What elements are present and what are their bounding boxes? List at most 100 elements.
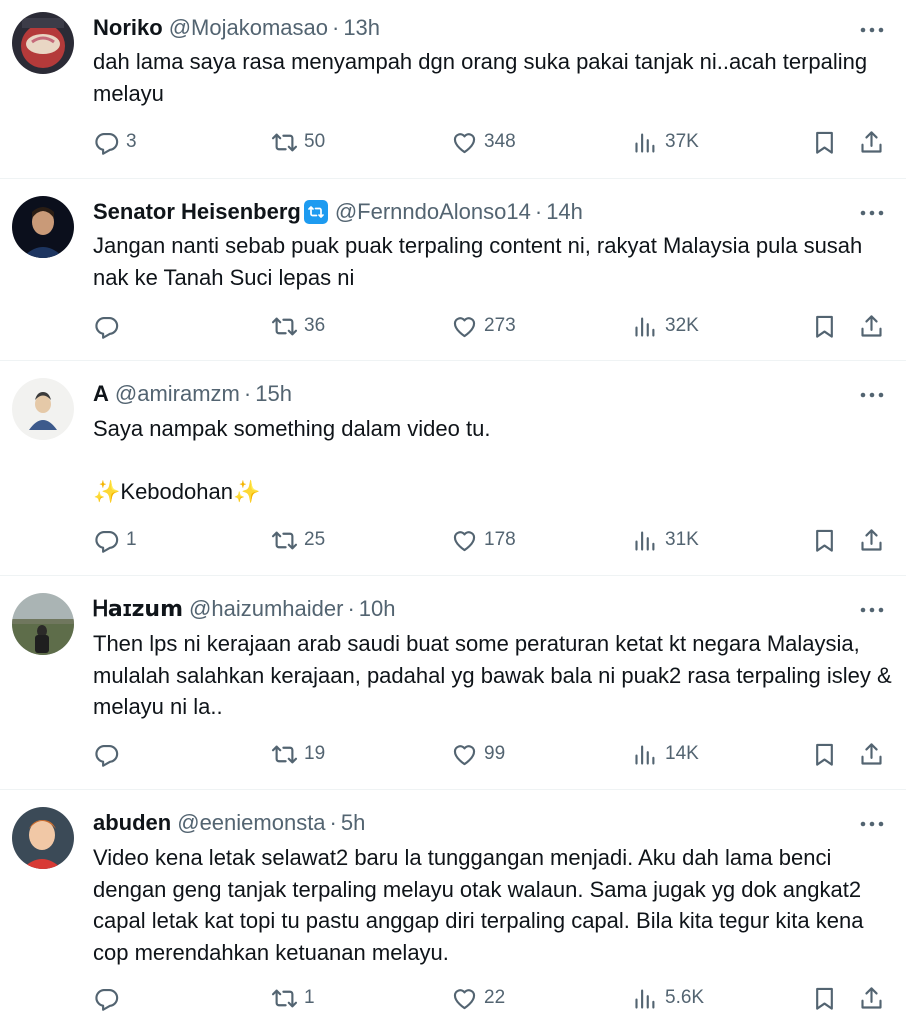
tweet-text: Saya nampak something dalam video tu. ✨K… bbox=[93, 413, 893, 508]
reply-button[interactable]: 1 bbox=[93, 523, 137, 557]
views-button[interactable]: 14K bbox=[632, 737, 699, 771]
reply-button[interactable] bbox=[93, 981, 126, 1015]
reply-button[interactable]: 3 bbox=[93, 125, 137, 159]
retweet-count: 19 bbox=[304, 743, 326, 764]
heart-icon bbox=[453, 744, 476, 765]
views-button[interactable]: 5.6K bbox=[632, 981, 704, 1015]
share-button[interactable] bbox=[858, 981, 885, 1015]
user-handle[interactable]: @FernndoAlonso14 bbox=[335, 199, 531, 225]
display-name[interactable]: Ꮋ𝗮ɪ𝘇𝘂𝗺 bbox=[93, 596, 183, 622]
retweet-icon bbox=[271, 531, 298, 549]
avatar[interactable] bbox=[12, 593, 74, 655]
heart-icon bbox=[453, 530, 476, 551]
tweet-text-content: Then lps ni kerajaan arab saudi buat som… bbox=[93, 631, 898, 719]
bookmark-button[interactable] bbox=[811, 523, 838, 557]
display-name[interactable]: Noriko bbox=[93, 15, 163, 41]
tweet[interactable]: Noriko @Mojakomasao · 13h dah lama saya … bbox=[0, 0, 906, 182]
share-button[interactable] bbox=[858, 125, 885, 159]
timestamp[interactable]: 13h bbox=[343, 15, 380, 41]
tweet-text: Then lps ni kerajaan arab saudi buat som… bbox=[93, 628, 893, 723]
retweet-button[interactable]: 50 bbox=[271, 125, 325, 159]
avatar[interactable] bbox=[12, 196, 74, 258]
tweet-header: Noriko @Mojakomasao · 13h bbox=[93, 13, 380, 43]
views-button[interactable]: 37K bbox=[632, 125, 699, 159]
tweet[interactable]: Ꮋ𝗮ɪ𝘇𝘂𝗺 @haizumhaider · 10h Then lps ni k… bbox=[0, 576, 906, 790]
display-name[interactable]: Senator Heisenberg bbox=[93, 199, 301, 225]
reply-icon bbox=[95, 132, 119, 155]
tweet[interactable]: Senator Heisenberg @FernndoAlonso14 · 14… bbox=[0, 182, 906, 360]
tweet[interactable]: A @amiramzm · 15h Saya nampak something … bbox=[0, 361, 906, 575]
bookmark-button[interactable] bbox=[811, 981, 838, 1015]
more-options-icon[interactable] bbox=[858, 199, 886, 227]
retweet-button[interactable]: 1 bbox=[271, 981, 315, 1015]
retweet-count: 36 bbox=[304, 315, 326, 336]
user-handle[interactable]: @haizumhaider bbox=[189, 596, 343, 622]
more-options-icon[interactable] bbox=[858, 596, 886, 624]
tweet-header: abuden @eeniemonsta · 5h bbox=[93, 808, 365, 838]
bookmark-icon bbox=[816, 743, 833, 766]
retweet-button[interactable]: 36 bbox=[271, 309, 325, 343]
heart-icon bbox=[453, 316, 476, 337]
bookmark-button[interactable] bbox=[811, 125, 838, 159]
views-chart-icon bbox=[635, 989, 655, 1009]
share-button[interactable] bbox=[858, 737, 885, 771]
tweet-actions: 3 50 348 37K bbox=[0, 125, 906, 159]
tweet-actions: 1 25 178 31K bbox=[0, 523, 906, 557]
share-button[interactable] bbox=[858, 309, 885, 343]
avatar[interactable] bbox=[12, 12, 74, 74]
display-name[interactable]: A bbox=[93, 381, 109, 407]
avatar[interactable] bbox=[12, 378, 74, 440]
like-count: 22 bbox=[484, 987, 506, 1008]
tweet-text: Jangan nanti sebab puak puak terpaling c… bbox=[93, 230, 893, 293]
views-button[interactable]: 32K bbox=[632, 309, 699, 343]
bookmark-icon bbox=[816, 315, 833, 338]
tweet-text-content: Jangan nanti sebab puak puak terpaling c… bbox=[93, 233, 869, 290]
heart-icon bbox=[453, 132, 476, 153]
reply-button[interactable] bbox=[93, 737, 126, 771]
more-options-icon[interactable] bbox=[858, 810, 886, 838]
like-button[interactable]: 22 bbox=[451, 981, 505, 1015]
display-name[interactable]: abuden bbox=[93, 810, 171, 836]
tweet-text: Video kena letak selawat2 baru la tungga… bbox=[93, 842, 893, 968]
share-button[interactable] bbox=[858, 523, 885, 557]
tweet-actions: 19 99 14K bbox=[0, 737, 906, 771]
timestamp[interactable]: 5h bbox=[341, 810, 365, 836]
retweet-button[interactable]: 25 bbox=[271, 523, 325, 557]
timestamp[interactable]: 14h bbox=[546, 199, 583, 225]
user-handle[interactable]: @eeniemonsta bbox=[177, 810, 325, 836]
views-chart-icon bbox=[635, 133, 655, 153]
user-handle[interactable]: @amiramzm bbox=[115, 381, 240, 407]
more-options-icon[interactable] bbox=[858, 381, 886, 409]
user-handle[interactable]: @Mojakomasao bbox=[169, 15, 328, 41]
bookmark-button[interactable] bbox=[811, 737, 838, 771]
share-icon bbox=[861, 314, 882, 337]
retweet-badge-icon bbox=[303, 200, 328, 224]
timestamp[interactable]: 10h bbox=[359, 596, 396, 622]
retweet-button[interactable]: 19 bbox=[271, 737, 325, 771]
like-count: 178 bbox=[484, 529, 516, 550]
view-count: 37K bbox=[665, 131, 699, 152]
bookmark-button[interactable] bbox=[811, 309, 838, 343]
separator-dot: · bbox=[243, 381, 252, 406]
like-button[interactable]: 273 bbox=[451, 309, 516, 343]
share-icon bbox=[861, 742, 882, 765]
timestamp[interactable]: 15h bbox=[255, 381, 292, 407]
like-button[interactable]: 99 bbox=[451, 737, 505, 771]
bookmark-icon bbox=[816, 131, 833, 154]
like-button[interactable]: 348 bbox=[451, 125, 516, 159]
tweet[interactable]: abuden @eeniemonsta · 5h Video kena leta… bbox=[0, 790, 906, 1024]
avatar[interactable] bbox=[12, 807, 74, 869]
reply-icon bbox=[95, 530, 119, 553]
bookmark-icon bbox=[816, 987, 833, 1010]
more-options-icon[interactable] bbox=[858, 16, 886, 44]
separator-dot: · bbox=[329, 810, 337, 835]
tweet-actions: 36 273 32K bbox=[0, 309, 906, 343]
retweet-icon bbox=[271, 989, 298, 1007]
reply-icon bbox=[95, 988, 119, 1011]
reply-count: 1 bbox=[126, 529, 137, 550]
views-chart-icon bbox=[635, 317, 655, 337]
like-button[interactable]: 178 bbox=[451, 523, 516, 557]
views-button[interactable]: 31K bbox=[632, 523, 699, 557]
reply-button[interactable] bbox=[93, 309, 126, 343]
tweet-text-content: Video kena letak selawat2 baru la tungga… bbox=[93, 845, 870, 965]
